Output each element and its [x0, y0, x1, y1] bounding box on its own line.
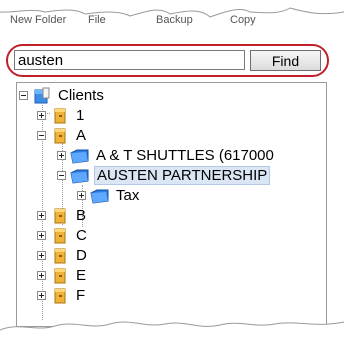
- tree-label: AUSTEN PARTNERSHIP: [94, 166, 271, 185]
- expand-toggle-icon[interactable]: [37, 211, 46, 220]
- tree-node-f[interactable]: F: [37, 285, 87, 306]
- cabinet-icon: [54, 228, 66, 243]
- tree-node-b[interactable]: B: [37, 205, 88, 226]
- tab-new-folder[interactable]: New Folder: [10, 14, 66, 26]
- tree-label: C: [76, 227, 87, 244]
- tree-label: B: [76, 207, 87, 224]
- tree-node-tax[interactable]: Tax: [77, 185, 141, 206]
- cabinet-icon: [54, 108, 66, 123]
- expand-toggle-icon[interactable]: [37, 291, 46, 300]
- tree-node-c[interactable]: C: [37, 225, 89, 246]
- client-folder-icon: [70, 149, 89, 164]
- tree-node-austen-partnership[interactable]: AUSTEN PARTNERSHIP: [57, 165, 271, 186]
- tree-label: D: [76, 247, 87, 264]
- tree-node-a[interactable]: A: [37, 125, 88, 146]
- tree-label: Tax: [116, 187, 140, 204]
- cabinet-icon: [54, 248, 66, 263]
- tree-label: A & T SHUTTLES (617000: [96, 147, 274, 164]
- find-button[interactable]: Find: [250, 50, 321, 71]
- toolbar-tabs: New Folder File Backup Copy: [8, 10, 338, 30]
- tree-node-clients[interactable]: Clients: [19, 85, 106, 106]
- torn-bottom-edge: [0, 321, 344, 342]
- tree-node-e[interactable]: E: [37, 265, 88, 286]
- tree-label: Clients: [58, 87, 104, 104]
- collapse-toggle-icon[interactable]: [19, 91, 28, 100]
- tree-label: 1: [76, 107, 85, 124]
- expand-toggle-icon[interactable]: [37, 271, 46, 280]
- tree-node-1[interactable]: 1: [37, 105, 86, 126]
- tree-label: F: [76, 287, 86, 304]
- client-database-icon: [34, 87, 50, 103]
- client-folder-icon: [70, 169, 89, 184]
- cabinet-icon: [54, 128, 66, 143]
- expand-toggle-icon[interactable]: [37, 231, 46, 240]
- collapse-toggle-icon[interactable]: [37, 131, 46, 140]
- screenshot-frame: New Folder File Backup Copy Find Clients: [0, 0, 344, 342]
- search-input[interactable]: [14, 50, 245, 70]
- tree-node-d[interactable]: D: [37, 245, 89, 266]
- cabinet-icon: [54, 268, 66, 283]
- tree-label: A: [76, 127, 87, 144]
- expand-toggle-icon[interactable]: [37, 111, 46, 120]
- expand-toggle-icon[interactable]: [37, 251, 46, 260]
- tax-folder-icon: [90, 189, 109, 204]
- tree-label: E: [76, 267, 87, 284]
- tab-file[interactable]: File: [88, 14, 106, 26]
- expand-toggle-icon[interactable]: [57, 151, 66, 160]
- collapse-toggle-icon[interactable]: [57, 171, 66, 180]
- expand-toggle-icon[interactable]: [77, 191, 86, 200]
- cabinet-icon: [54, 208, 66, 223]
- tree-node-a-and-t-shuttles[interactable]: A & T SHUTTLES (617000: [57, 145, 276, 166]
- cabinet-icon: [54, 288, 66, 303]
- tab-backup[interactable]: Backup: [156, 14, 193, 26]
- client-tree[interactable]: Clients 1 A A & T SHUTTLES (617000 AUSTE…: [16, 82, 327, 327]
- tab-copy[interactable]: Copy: [230, 14, 256, 26]
